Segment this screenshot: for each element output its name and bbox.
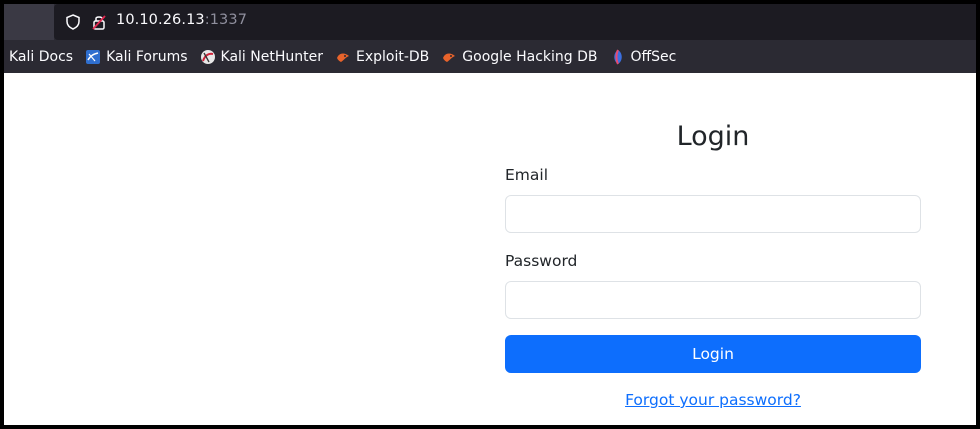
login-button[interactable]: Login — [505, 335, 921, 373]
kali-nethunter-icon — [200, 49, 216, 65]
bookmark-label: Kali NetHunter — [220, 48, 323, 65]
bookmark-label: Kali Forums — [106, 48, 188, 65]
password-field[interactable] — [505, 281, 921, 319]
bookmark-label: Kali Docs — [9, 48, 74, 65]
forgot-password-link[interactable]: Forgot your password? — [505, 391, 921, 409]
offsec-icon — [610, 49, 626, 65]
url-port: :1337 — [204, 12, 248, 28]
page-content: Login Email Password Login Forgot your p… — [4, 73, 976, 425]
bookmark-label: Exploit-DB — [355, 48, 430, 65]
bookmark-google-hacking-db[interactable]: Google Hacking DB — [441, 48, 598, 65]
bookmark-exploit-db[interactable]: Exploit-DB — [335, 49, 429, 65]
bookmark-kali-docs[interactable]: Kali Docs — [9, 49, 73, 65]
url-host: 10.10.26.13 — [116, 12, 205, 28]
bookmark-kali-nethunter[interactable]: Kali NetHunter — [200, 49, 323, 65]
bookmark-offsec[interactable]: OffSec — [610, 48, 677, 65]
password-label: Password — [505, 252, 578, 270]
bookmark-label: OffSec — [630, 48, 677, 65]
exploit-db-icon — [335, 49, 351, 65]
shield-icon[interactable] — [64, 13, 82, 31]
insecure-lock-icon[interactable] — [90, 13, 108, 31]
bookmarks-toolbar: Kali Docs Kali Forums Kali NetHunter Exp… — [4, 40, 976, 73]
address-bar-row: 10.10.26.13:1337 — [4, 4, 976, 40]
page-title: Login — [676, 121, 750, 152]
tab-area[interactable] — [4, 4, 54, 40]
exploit-db-icon — [441, 49, 457, 65]
bookmark-label: Google Hacking DB — [462, 48, 598, 65]
email-label: Email — [505, 166, 549, 184]
kali-forums-icon — [85, 49, 101, 65]
url-text[interactable]: 10.10.26.13:1337 — [116, 12, 247, 28]
email-field[interactable] — [505, 195, 921, 233]
bookmark-kali-forums[interactable]: Kali Forums — [85, 48, 188, 65]
browser-window: 10.10.26.13:1337 Kali Docs Kali Forums K… — [0, 0, 980, 429]
